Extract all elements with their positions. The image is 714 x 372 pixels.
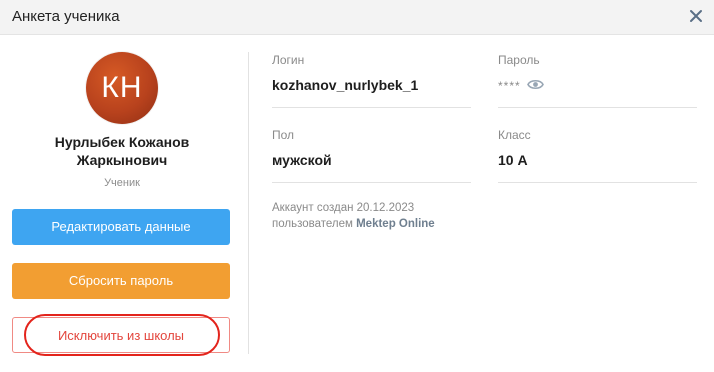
created-by-author: Mektep Online (356, 218, 435, 230)
account-created-info: Аккаунт создан 20.12.2023 пользователем … (272, 200, 435, 232)
student-name: Нурлыбек Кожанов Жаркынович (12, 133, 232, 169)
modal-title: Анкета ученика (12, 8, 120, 25)
created-date-text: Аккаунт создан 20.12.2023 (272, 202, 415, 214)
modal-header: Анкета ученика (0, 0, 714, 35)
login-value: kozhanov_nurlybek_1 (272, 77, 419, 93)
password-underline (498, 107, 697, 108)
reset-password-button[interactable]: Сбросить пароль (12, 263, 230, 299)
student-name-line1: Нурлыбек Кожанов (54, 134, 190, 150)
student-name-line2: Жаркынович (76, 152, 168, 168)
gender-value: мужской (272, 152, 332, 168)
eye-icon[interactable] (527, 78, 544, 91)
vertical-divider (248, 52, 249, 354)
gender-underline (272, 182, 471, 183)
login-label: Логин (272, 53, 305, 67)
password-value: **** (498, 79, 521, 93)
class-value: 10 А (498, 152, 528, 168)
exclude-from-school-button[interactable]: Исключить из школы (12, 317, 230, 353)
login-underline (272, 107, 471, 108)
student-role: Ученик (104, 177, 140, 189)
created-by-prefix: пользователем (272, 218, 357, 230)
avatar: КН (86, 52, 158, 124)
class-underline (498, 182, 697, 183)
edit-data-button[interactable]: Редактировать данные (12, 209, 230, 245)
created-by-text: пользователем Mektep Online (272, 216, 435, 232)
student-profile-modal: Анкета ученика КН Нурлыбек Кожанов Жаркы… (0, 0, 714, 372)
class-label: Класс (498, 128, 531, 142)
password-label: Пароль (498, 53, 540, 67)
close-icon[interactable] (688, 8, 704, 24)
avatar-initials: КН (101, 71, 143, 104)
gender-label: Пол (272, 128, 295, 142)
